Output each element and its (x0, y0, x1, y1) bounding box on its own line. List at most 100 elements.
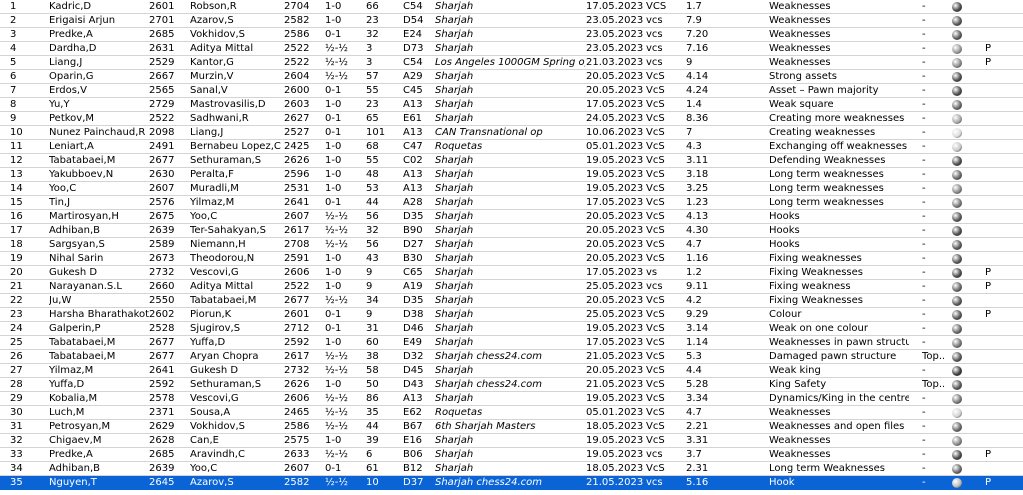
row-number: 15 (10, 197, 23, 208)
white-player: Martirosyan,H (49, 211, 119, 222)
table-row[interactable]: 14 Yoo,C 2607 Muradli,M 2531 1-0 53 A13 Sharjah 1… (0, 182, 1023, 196)
white-player: Yilmaz,M (49, 365, 94, 376)
row-number: 24 (10, 323, 23, 334)
extra-field: - (922, 225, 926, 236)
table-row[interactable]: 21 Narayanan.S.L 2660 Aditya Mittal 2522 1-0 9… (0, 280, 1023, 294)
source-tag: vcs (646, 29, 663, 40)
eco-code: D35 (403, 295, 424, 306)
black-player: Aryan Chopra (190, 351, 259, 362)
table-row[interactable]: 12 Tabatabaei,M 2677 Sethuraman,S 2626 1-0 55 C… (0, 154, 1023, 168)
white-player: Leniart,A (49, 141, 94, 152)
table-row[interactable]: 6 Oparin,G 2667 Murzin,V 2604 ½-½ 57 A29 Sharjah… (0, 70, 1023, 84)
source-tag: VcS (646, 379, 665, 390)
theme-annotation: Weaknesses in pawn structure (769, 337, 909, 348)
table-row[interactable]: 17 Adhiban,B 2639 Ter-Sahakyan,S 2617 ½-½ 32 B9… (0, 224, 1023, 238)
event-name: Sharjah (435, 267, 474, 278)
extra-field: - (922, 99, 926, 110)
eco-code: A19 (403, 281, 423, 292)
white-player: Sargsyan,S (49, 239, 105, 250)
white-rating: 2729 (149, 99, 175, 110)
source-tag: VcS (646, 169, 665, 180)
table-row[interactable]: 35 Nguyen,T 2645 Azarov,S 2582 ½-½ 10 D37 Sharja… (0, 476, 1023, 490)
game-date: 19.05.2023 (586, 169, 644, 180)
theme-annotation: Weaknesses (769, 407, 831, 418)
table-row[interactable]: 29 Kobalia,M 2578 Vescovi,G 2606 ½-½ 86 A13 Shar… (0, 392, 1023, 406)
row-number: 20 (10, 267, 23, 278)
move-count: 3 (366, 43, 373, 54)
black-rating: 2425 (284, 141, 310, 152)
event-name: Sharjah (435, 393, 474, 404)
chapter-number: 1.16 (686, 253, 709, 264)
eco-code: E49 (403, 337, 423, 348)
eco-code: A13 (403, 183, 423, 194)
table-row[interactable]: 22 Ju,W 2550 Tabatabaei,M 2677 ½-½ 34 D35 Sharja… (0, 294, 1023, 308)
status-dot-icon (952, 2, 962, 12)
table-row[interactable]: 30 Luch,M 2371 Sousa,A 2465 ½-½ 35 E62 Roquetas 0… (0, 406, 1023, 420)
white-rating: 2631 (149, 43, 175, 54)
table-row[interactable]: 25 Tabatabaei,M 2677 Yuffa,D 2592 1-0 60 E49 Sha… (0, 336, 1023, 350)
table-row[interactable]: 4 Dardha,D 2631 Aditya Mittal 2522 ½-½ 3 D73 Sha… (0, 42, 1023, 56)
table-row[interactable]: 7 Erdos,V 2565 Sanal,V 2600 0-1 55 C45 Sharjah 20… (0, 84, 1023, 98)
table-row[interactable]: 13 Yakubboev,N 2630 Peralta,F 2596 1-0 48 A13 Sh… (0, 168, 1023, 182)
white-player: Predke,A (49, 29, 93, 40)
black-rating: 2607 (284, 211, 310, 222)
chapter-number: 3.11 (686, 155, 709, 166)
result: 0-1 (325, 309, 342, 320)
black-player: Azarov,S (190, 477, 234, 488)
table-row[interactable]: 10 Nunez Painchaud,R 2098 Liang,J 2527 0-1 101… (0, 126, 1023, 140)
result: ½-½ (325, 57, 348, 68)
table-row[interactable]: 33 Predke,A 2685 Aravindh,C 2633 ½-½ 6 B06 Sharj… (0, 448, 1023, 462)
black-rating: 2626 (284, 155, 310, 166)
event-name: CAN Transnational op (435, 127, 543, 138)
row-number: 22 (10, 295, 23, 306)
table-row[interactable]: 23 Harsha Bharathakoti 2602 Piorun,K 2601 0-1… (0, 308, 1023, 322)
table-row[interactable]: 1 Kadric,D 2601 Robson,R 2704 1-0 66 C54 Sharjah… (0, 0, 1023, 14)
chapter-number: 7.9 (686, 15, 702, 26)
black-player: Aditya Mittal (190, 43, 254, 54)
table-row[interactable]: 11 Leniart,A 2491 Bernabeu Lopez,C 2425 1-0 68… (0, 140, 1023, 154)
white-rating: 2639 (149, 463, 175, 474)
table-row[interactable]: 15 Tin,J 2576 Yilmaz,M 2641 0-1 44 A28 Sharjah 17… (0, 196, 1023, 210)
move-count: 6 (366, 449, 373, 460)
table-row[interactable]: 16 Martirosyan,H 2675 Yoo,C 2607 ½-½ 56 D35 Shar… (0, 210, 1023, 224)
table-row[interactable]: 28 Yuffa,D 2592 Sethuraman,S 2626 1-0 50 D43 Sha… (0, 378, 1023, 392)
black-rating: 2601 (284, 309, 310, 320)
status-dot-icon (952, 324, 962, 334)
result: ½-½ (325, 351, 348, 362)
black-player: Azarov,S (190, 15, 234, 26)
source-tag: VcS (646, 239, 665, 250)
source-tag: VcS (646, 295, 665, 306)
event-name: Sharjah (435, 113, 474, 124)
table-row[interactable]: 31 Petrosyan,M 2629 Vokhidov,S 2586 ½-½ 44 B67 6… (0, 420, 1023, 434)
table-row[interactable]: 27 Yilmaz,M 2641 Gukesh D 2732 ½-½ 58 D45 Sharja… (0, 364, 1023, 378)
eco-code: E62 (403, 407, 423, 418)
game-date: 25.05.2023 (586, 281, 644, 292)
white-player: Ju,W (49, 295, 72, 306)
chapter-number: 1.14 (686, 337, 709, 348)
black-player: Sethuraman,S (190, 379, 262, 390)
table-row[interactable]: 18 Sargsyan,S 2589 Niemann,H 2708 ½-½ 56 D27 Sha… (0, 238, 1023, 252)
table-row[interactable]: 34 Adhiban,B 2639 Yoo,C 2607 0-1 61 B12 Sharjah 1… (0, 462, 1023, 476)
row-number: 33 (10, 449, 23, 460)
black-player: Vokhidov,S (190, 29, 245, 40)
black-player: Yilmaz,M (190, 197, 235, 208)
theme-annotation: Long term weaknesses (769, 197, 884, 208)
extra-field: - (922, 253, 926, 264)
table-row[interactable]: 3 Predke,A 2685 Vokhidov,S 2586 0-1 32 E24 Sharj… (0, 28, 1023, 42)
table-row[interactable]: 19 Nihal Sarin 2673 Theodorou,N 2591 1-0 43 B30… (0, 252, 1023, 266)
table-row[interactable]: 32 Chigaev,M 2628 Can,E 2575 1-0 39 E16 Sharjah 1… (0, 434, 1023, 448)
extra-field: - (922, 127, 926, 138)
table-row[interactable]: 9 Petkov,M 2522 Sadhwani,R 2627 0-1 65 E61 Sharj… (0, 112, 1023, 126)
result: 1-0 (325, 253, 342, 264)
table-row[interactable]: 5 Liang,J 2529 Kantor,G 2522 ½-½ 3 C54 Los Angel… (0, 56, 1023, 70)
table-row[interactable]: 26 Tabatabaei,M 2677 Aryan Chopra 2617 ½-½ 38 D… (0, 350, 1023, 364)
event-name: Sharjah (435, 253, 474, 264)
table-row[interactable]: 8 Yu,Y 2729 Mastrovasilis,D 2603 1-0 23 A13 Shar… (0, 98, 1023, 112)
table-row[interactable]: 2 Erigaisi Arjun 2701 Azarov,S 2582 1-0 23 D54 S… (0, 14, 1023, 28)
event-name: Sharjah (435, 71, 474, 82)
extra-field: - (922, 435, 926, 446)
white-player: Gukesh D (49, 267, 98, 278)
table-row[interactable]: 20 Gukesh D 2732 Vescovi,G 2606 1-0 9 C65 Sharja… (0, 266, 1023, 280)
table-row[interactable]: 24 Galperin,P 2528 Sjugirov,S 2712 0-1 31 D46 Sh… (0, 322, 1023, 336)
result: ½-½ (325, 43, 348, 54)
